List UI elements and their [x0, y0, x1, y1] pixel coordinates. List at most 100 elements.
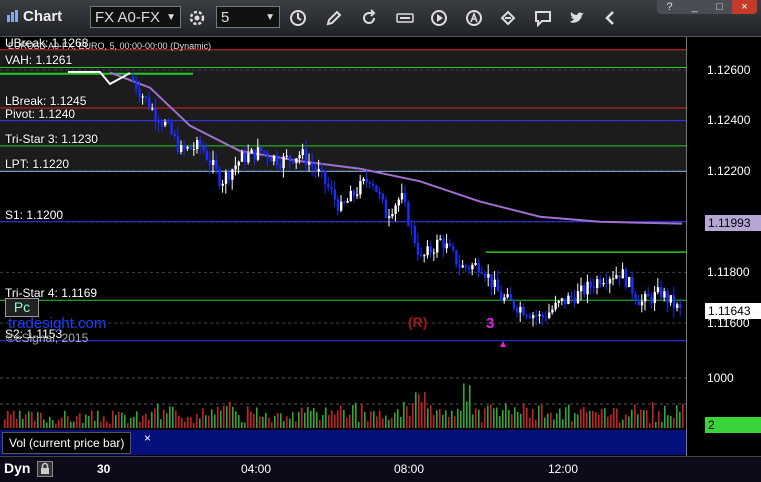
- candle-body: [544, 317, 548, 319]
- volume-bar: [334, 414, 336, 428]
- maximize-button[interactable]: □: [707, 0, 732, 14]
- chat-button[interactable]: [531, 6, 555, 30]
- chart-header-text: EURUSD A0-FX, EURO, 5, 00:00-00:00 (Dyna…: [8, 41, 212, 51]
- play-button[interactable]: [427, 6, 451, 30]
- volume-bar: [55, 423, 57, 428]
- candle-body: [295, 158, 298, 163]
- window-controls: ? _ □ ×: [657, 0, 757, 14]
- volume-bar: [229, 401, 231, 428]
- volume-bar: [49, 416, 51, 428]
- volume-bar: [604, 408, 606, 428]
- volume-chart[interactable]: [0, 350, 761, 430]
- watermark-text: tradesight.com: [8, 315, 107, 332]
- volume-bar: [412, 403, 414, 428]
- volume-study-label[interactable]: Vol (current price bar): [2, 432, 132, 454]
- volume-bar: [640, 409, 642, 428]
- volume-bar: [460, 410, 462, 428]
- candle-body: [356, 194, 359, 196]
- candle-body: [368, 181, 372, 184]
- candle-body: [260, 147, 263, 152]
- help-button[interactable]: ?: [657, 0, 682, 14]
- volume-bar: [601, 408, 603, 428]
- volume-bar: [451, 410, 453, 428]
- volume-label-bar: Vol (current price bar) ×: [0, 430, 761, 455]
- volume-bar: [64, 410, 66, 428]
- candle-body: [365, 178, 368, 182]
- candle-body: [359, 181, 362, 195]
- refresh-icon: [363, 9, 376, 24]
- candle-body: [317, 169, 320, 172]
- candle-body: [551, 309, 554, 313]
- volume-bar: [484, 408, 486, 428]
- candle-body: [663, 291, 666, 298]
- candle-body: [516, 308, 519, 313]
- get-icon: [396, 13, 414, 23]
- volume-bar: [292, 412, 294, 428]
- interval-selector[interactable]: 5 ▼: [216, 6, 280, 28]
- volume-study-close-button[interactable]: ×: [144, 431, 151, 445]
- candle-body: [455, 250, 458, 265]
- candle-body: [487, 274, 490, 278]
- get-data-button[interactable]: [393, 6, 417, 30]
- link-button[interactable]: [496, 6, 520, 30]
- volume-bar: [358, 421, 360, 428]
- twitter-button[interactable]: [565, 6, 589, 30]
- dynamic-button[interactable]: Dyn: [4, 460, 30, 476]
- chart-app-icon: [7, 10, 18, 22]
- volume-bar: [22, 418, 24, 428]
- alert-button[interactable]: [462, 6, 486, 30]
- volume-bar: [430, 405, 432, 428]
- minimize-button[interactable]: _: [682, 0, 707, 14]
- volume-bar: [154, 408, 156, 428]
- volume-bar: [532, 409, 534, 428]
- candle-body: [586, 281, 589, 295]
- price-chart[interactable]: 3: [0, 37, 761, 349]
- volume-bar: [217, 406, 219, 428]
- volume-bar: [133, 416, 135, 428]
- volume-bar: [25, 414, 27, 428]
- copyright-text: ©eSignal, 2015: [6, 331, 89, 345]
- volume-bar: [658, 411, 660, 428]
- volume-bar: [370, 411, 372, 428]
- volume-bar: [445, 410, 447, 428]
- volume-bar: [385, 415, 387, 428]
- volume-bar: [127, 423, 129, 428]
- volume-bar: [373, 411, 375, 428]
- lock-icon[interactable]: [37, 461, 53, 477]
- volume-bar: [10, 414, 12, 428]
- candle-body: [324, 170, 327, 184]
- ma-value-tag: 1.11993: [705, 215, 761, 231]
- volume-bar: [94, 420, 96, 428]
- refresh-button[interactable]: [357, 6, 381, 30]
- volume-bar: [139, 421, 141, 428]
- volume-bar: [361, 404, 363, 428]
- price-scale[interactable]: 1.12600 1.12400 1.12200 1.11800 1.11600 …: [686, 37, 761, 456]
- volume-bar: [202, 408, 204, 428]
- candle-body: [452, 246, 455, 251]
- volume-bar: [124, 415, 126, 428]
- settings-gear-button[interactable]: [185, 6, 209, 30]
- candle-body: [384, 199, 388, 218]
- volume-bar: [304, 412, 306, 428]
- time-button[interactable]: [286, 6, 310, 30]
- level-label: S1: 1.1200: [5, 207, 64, 222]
- volume-bar: [349, 414, 351, 428]
- candle-body: [285, 155, 288, 157]
- back-button[interactable]: [598, 6, 622, 30]
- volume-bar: [433, 415, 435, 428]
- candle-body: [224, 172, 228, 184]
- candle-body: [221, 183, 224, 186]
- volume-bar: [352, 405, 354, 428]
- candle-body: [512, 299, 516, 309]
- candle-body: [432, 252, 436, 254]
- volume-bar: [67, 416, 69, 428]
- volume-bar: [256, 407, 258, 428]
- close-button[interactable]: ×: [732, 0, 757, 14]
- candle-body: [464, 265, 468, 268]
- volume-bar: [145, 413, 147, 428]
- symbol-selector[interactable]: FX A0-FX ▼: [90, 6, 181, 28]
- draw-button[interactable]: [322, 6, 346, 30]
- volume-bar: [439, 408, 441, 428]
- volume-bar: [391, 417, 393, 428]
- chevron-down-icon: ▼: [265, 12, 275, 23]
